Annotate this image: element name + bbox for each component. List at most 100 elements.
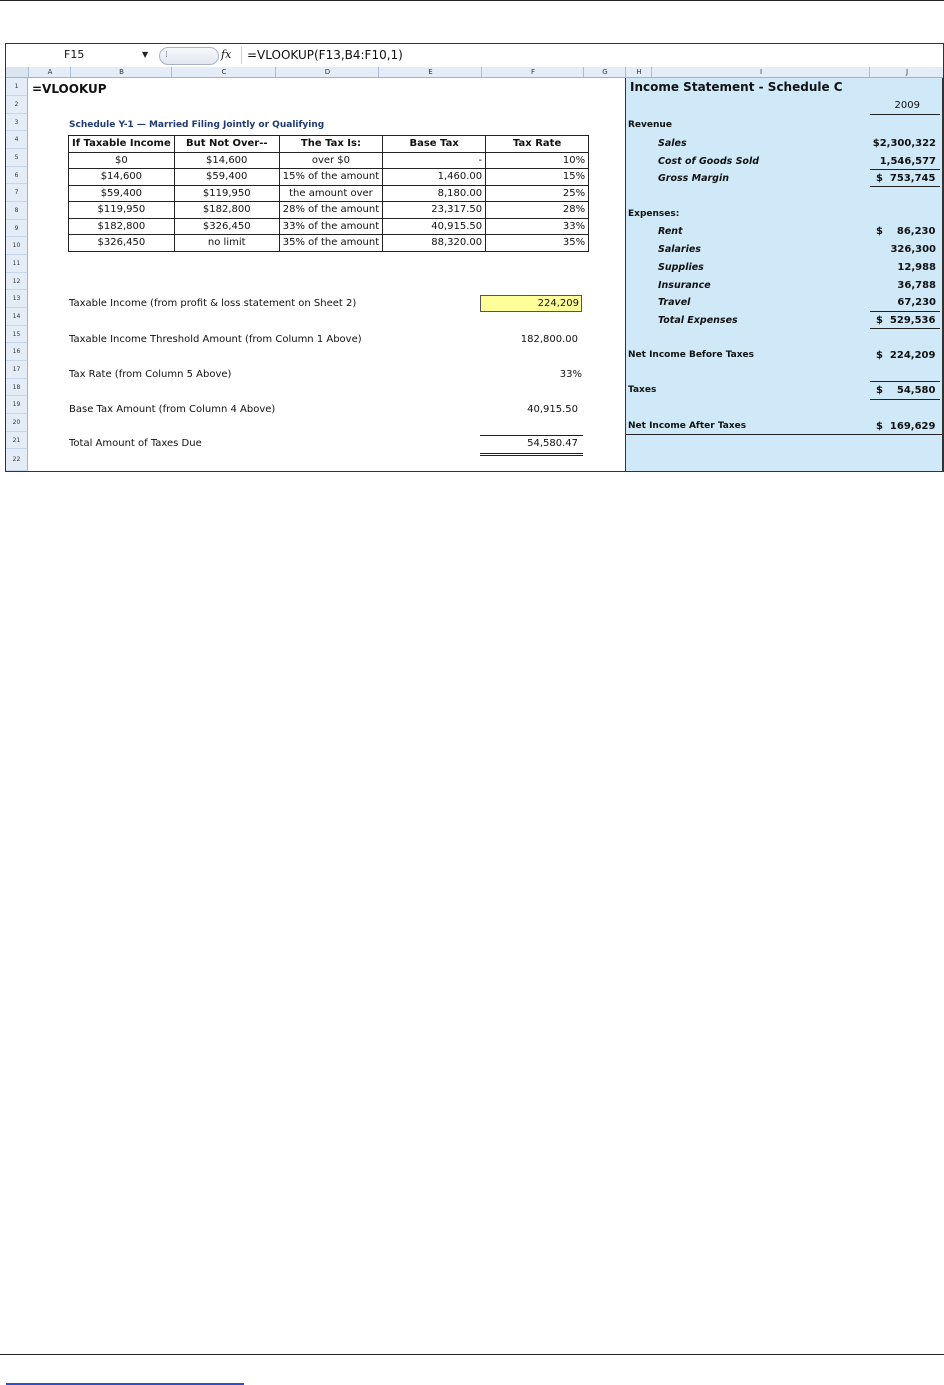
dropdown-arrow-icon[interactable]: ▼ bbox=[142, 46, 148, 64]
row-header-1[interactable]: 1 bbox=[6, 78, 28, 96]
tax-rate-label[interactable]: Tax Rate (from Column 5 Above) bbox=[69, 369, 231, 380]
table-cell[interactable]: 1,460.00 bbox=[382, 168, 487, 186]
taxes-label[interactable]: Taxes bbox=[628, 385, 656, 395]
taxes-value[interactable]: $ 54,580 bbox=[876, 385, 935, 396]
total-taxes-value[interactable]: 54,580.47 bbox=[486, 438, 578, 449]
table-cell[interactable]: 33% of the amount bbox=[278, 217, 384, 235]
row-header-19[interactable]: 19 bbox=[6, 396, 28, 414]
table-cell[interactable]: the amount over bbox=[278, 184, 384, 202]
schedule-title[interactable]: Schedule Y-1 — Married Filing Jointly or… bbox=[69, 120, 324, 130]
revenue-label[interactable]: Revenue bbox=[628, 120, 672, 130]
net-income-after-taxes-value[interactable]: $ 169,629 bbox=[876, 421, 935, 432]
table-cell[interactable]: no limit bbox=[173, 234, 280, 252]
column-header-b[interactable]: B bbox=[70, 67, 172, 77]
travel-value[interactable]: 67,230 bbox=[856, 297, 936, 308]
row-header-6[interactable]: 6 bbox=[6, 167, 28, 184]
table-cell[interactable]: $119,950 bbox=[173, 184, 280, 202]
table-header-cell[interactable]: The Tax Is: bbox=[278, 135, 384, 153]
sales-value[interactable]: $2,300,322 bbox=[856, 138, 936, 149]
cogs-label[interactable]: Cost of Goods Sold bbox=[658, 156, 759, 167]
table-cell[interactable]: - bbox=[382, 151, 487, 169]
table-cell[interactable]: 28% bbox=[485, 201, 590, 219]
total-taxes-label[interactable]: Total Amount of Taxes Due bbox=[69, 438, 202, 449]
column-header-g[interactable]: G bbox=[583, 67, 626, 77]
row-header-10[interactable]: 10 bbox=[6, 237, 28, 255]
select-all-corner[interactable] bbox=[6, 67, 28, 77]
row-header-22[interactable]: 22 bbox=[6, 449, 28, 471]
rent-value[interactable]: $ 86,230 bbox=[876, 226, 935, 237]
total-expenses-value[interactable]: $ 529,536 bbox=[876, 315, 935, 326]
table-cell[interactable]: 25% bbox=[485, 184, 590, 202]
row-header-7[interactable]: 7 bbox=[6, 184, 28, 202]
table-cell[interactable]: $0 bbox=[68, 151, 175, 169]
table-cell[interactable]: 15% of the amount bbox=[278, 168, 384, 186]
insurance-label[interactable]: Insurance bbox=[658, 280, 711, 291]
table-cell[interactable]: $59,400 bbox=[173, 168, 280, 186]
tax-rate-value[interactable]: 33% bbox=[506, 369, 582, 380]
rent-label[interactable]: Rent bbox=[658, 226, 683, 237]
row-header-18[interactable]: 18 bbox=[6, 379, 28, 396]
expenses-label[interactable]: Expenses: bbox=[628, 209, 679, 219]
table-cell[interactable]: 8,180.00 bbox=[382, 184, 487, 202]
cogs-value[interactable]: 1,546,577 bbox=[856, 156, 936, 167]
row-header-15[interactable]: 15 bbox=[6, 326, 28, 343]
table-cell[interactable]: $14,600 bbox=[173, 151, 280, 169]
column-header-h[interactable]: H bbox=[625, 67, 652, 77]
table-cell[interactable]: 23,317.50 bbox=[382, 201, 487, 219]
supplies-value[interactable]: 12,988 bbox=[856, 262, 936, 273]
row-header-2[interactable]: 2 bbox=[6, 96, 28, 114]
column-header-j[interactable]: J bbox=[869, 67, 943, 77]
table-cell[interactable]: 35% of the amount bbox=[278, 234, 384, 252]
base-tax-label[interactable]: Base Tax Amount (from Column 4 Above) bbox=[69, 404, 275, 415]
net-income-after-taxes-label[interactable]: Net Income After Taxes bbox=[628, 421, 746, 431]
gross-margin-label[interactable]: Gross Margin bbox=[658, 173, 729, 184]
row-header-13[interactable]: 13 bbox=[6, 290, 28, 308]
gross-margin-value[interactable]: $ 753,745 bbox=[876, 173, 935, 184]
column-header-a[interactable]: A bbox=[28, 67, 71, 77]
sheet-title[interactable]: =VLOOKUP bbox=[32, 82, 107, 96]
column-header-e[interactable]: E bbox=[378, 67, 482, 77]
table-cell[interactable]: 28% of the amount bbox=[278, 201, 384, 219]
sales-label[interactable]: Sales bbox=[658, 138, 687, 149]
table-cell[interactable]: over $0 bbox=[278, 151, 384, 169]
table-cell[interactable]: $182,800 bbox=[173, 201, 280, 219]
column-header-d[interactable]: D bbox=[275, 67, 379, 77]
row-header-8[interactable]: 8 bbox=[6, 202, 28, 220]
row-header-20[interactable]: 20 bbox=[6, 414, 28, 432]
row-header-9[interactable]: 9 bbox=[6, 220, 28, 237]
row-header-3[interactable]: 3 bbox=[6, 114, 28, 131]
row-header-14[interactable]: 14 bbox=[6, 308, 28, 326]
table-cell[interactable]: 88,320.00 bbox=[382, 234, 487, 252]
net-income-before-taxes-value[interactable]: $ 224,209 bbox=[876, 350, 935, 361]
base-tax-value[interactable]: 40,915.50 bbox=[506, 404, 578, 415]
table-cell[interactable]: $14,600 bbox=[68, 168, 175, 186]
table-header-cell[interactable]: Tax Rate bbox=[485, 135, 590, 153]
taxable-income-label[interactable]: Taxable Income (from profit & loss state… bbox=[69, 298, 356, 309]
threshold-value[interactable]: 182,800.00 bbox=[506, 334, 578, 345]
column-header-i[interactable]: I bbox=[651, 67, 870, 77]
row-header-17[interactable]: 17 bbox=[6, 361, 28, 379]
travel-label[interactable]: Travel bbox=[658, 297, 690, 308]
table-cell[interactable]: $119,950 bbox=[68, 201, 175, 219]
net-income-before-taxes-label[interactable]: Net Income Before Taxes bbox=[628, 350, 754, 360]
table-header-cell[interactable]: Base Tax bbox=[382, 135, 487, 153]
formula-bar-divider-handle[interactable]: ⁞ bbox=[159, 47, 219, 65]
table-cell[interactable]: 10% bbox=[485, 151, 590, 169]
table-cell[interactable]: 33% bbox=[485, 217, 590, 235]
row-header-4[interactable]: 4 bbox=[6, 131, 28, 149]
table-header-cell[interactable]: But Not Over-- bbox=[173, 135, 280, 153]
total-expenses-label[interactable]: Total Expenses bbox=[658, 315, 738, 326]
column-header-f[interactable]: F bbox=[481, 67, 584, 77]
row-header-16[interactable]: 16 bbox=[6, 343, 28, 361]
table-cell[interactable]: $182,800 bbox=[68, 217, 175, 235]
table-cell[interactable]: $326,450 bbox=[173, 217, 280, 235]
income-statement-title[interactable]: Income Statement - Schedule C bbox=[630, 80, 843, 94]
table-cell[interactable]: 35% bbox=[485, 234, 590, 252]
name-box[interactable]: F15 ▼ bbox=[8, 46, 154, 64]
row-header-5[interactable]: 5 bbox=[6, 149, 28, 167]
formula-input[interactable]: =VLOOKUP(F13,B4:F10,1) bbox=[247, 48, 403, 62]
column-header-c[interactable]: C bbox=[171, 67, 276, 77]
year-label[interactable]: 2009 bbox=[870, 100, 920, 111]
table-header-cell[interactable]: If Taxable Income bbox=[68, 135, 175, 153]
table-cell[interactable]: 15% bbox=[485, 168, 590, 186]
